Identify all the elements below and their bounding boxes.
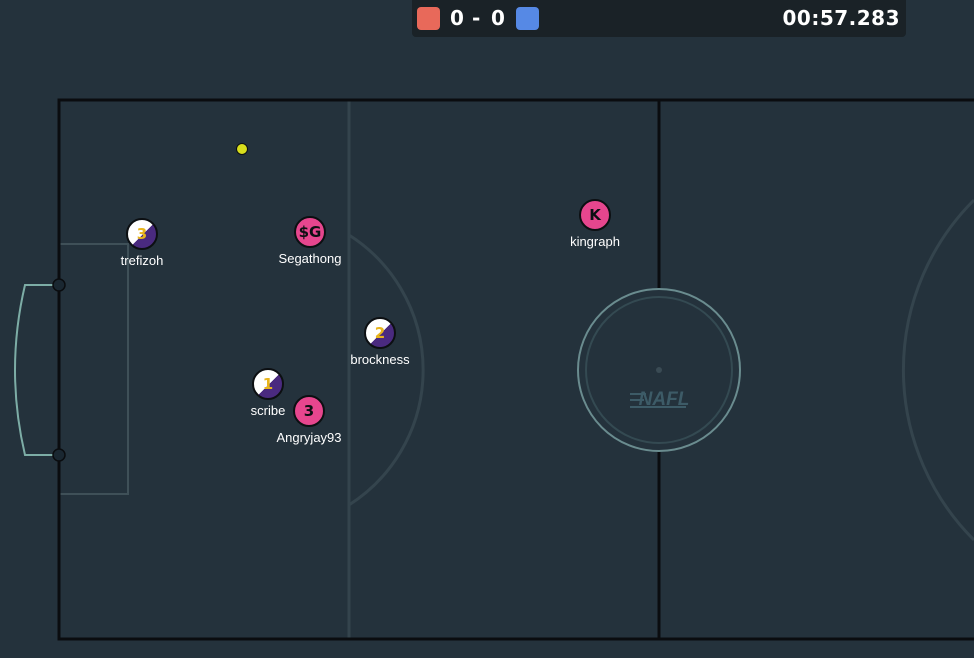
scoreboard: 0 - 0 00:57.283 — [412, 0, 906, 37]
player-disc: 3 — [126, 218, 158, 250]
red-team-swatch — [417, 7, 440, 30]
goal-post-top — [52, 278, 66, 292]
player-disc: 2 — [364, 317, 396, 349]
player-disc: 1 — [252, 368, 284, 400]
center-spot — [656, 367, 662, 373]
goal-post-bottom — [52, 448, 66, 462]
soccer-field: NAFL — [14, 98, 974, 641]
player-name: Segathong — [278, 251, 342, 266]
player-avatar: 3 — [136, 225, 148, 243]
player-name: Angryjay93 — [276, 430, 342, 445]
blue-score: 0 — [491, 6, 505, 30]
score-separator: - — [472, 6, 481, 30]
player-avatar: 2 — [374, 324, 386, 342]
pitch-surface — [59, 100, 974, 639]
red-score: 0 — [450, 6, 464, 30]
blue-team-swatch — [516, 7, 539, 30]
logo-text: NAFL — [639, 389, 690, 410]
goal-net — [14, 284, 59, 456]
player-avatar: $G — [298, 223, 322, 241]
player-disc: $G — [294, 216, 326, 248]
player-disc: 3 — [293, 395, 325, 427]
player-avatar: 3 — [303, 402, 315, 420]
player-avatar: K — [589, 206, 601, 224]
player-name: brockness — [350, 352, 410, 367]
player-name: kingraph — [570, 234, 620, 249]
match-timer: 00:57.283 — [782, 6, 900, 30]
player-name: trefizoh — [120, 253, 164, 268]
ball — [236, 143, 248, 155]
player-avatar: 1 — [262, 375, 274, 393]
game-stage: NAFL 0 - 0 00:57.283 3 trefizoh $G Segat… — [0, 0, 974, 658]
nafl-logo: NAFL — [630, 389, 689, 410]
player-disc: K — [579, 199, 611, 231]
